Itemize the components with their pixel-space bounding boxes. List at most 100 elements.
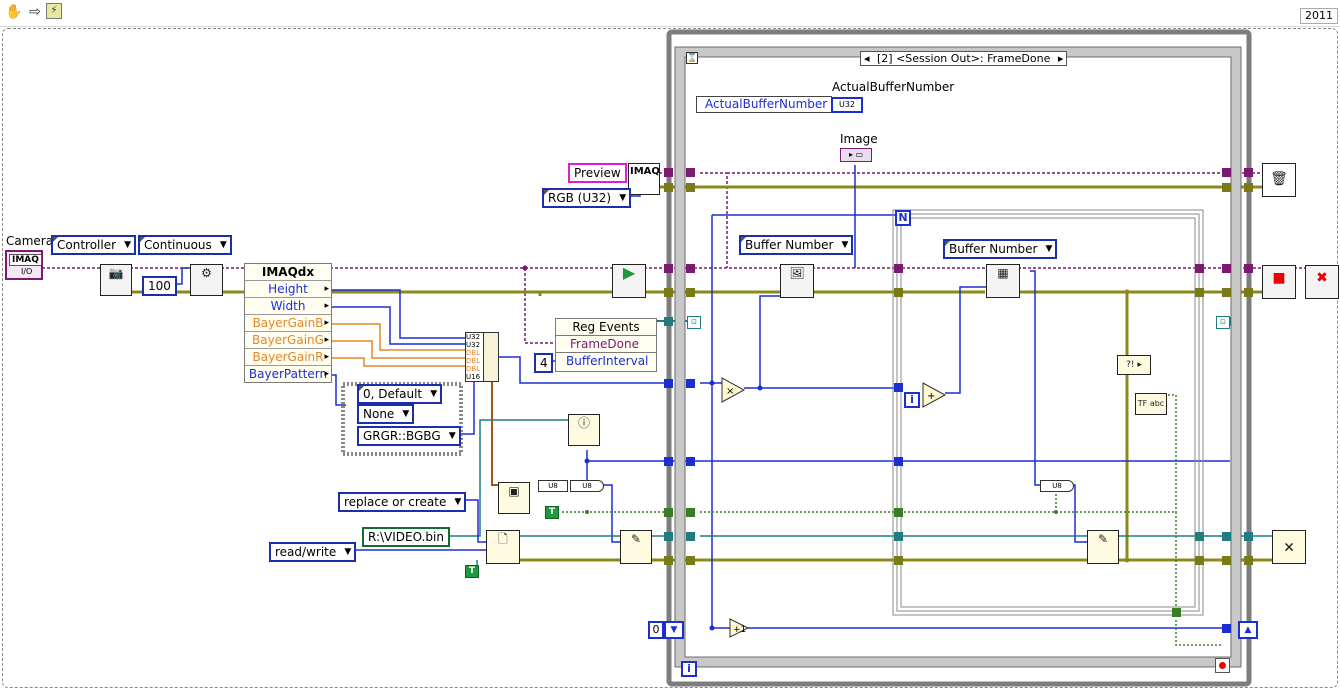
tunnel	[664, 556, 673, 565]
buffer-number-label-1: Buffer Number	[745, 238, 834, 252]
imaq-dispose-vi[interactable]: 🗑	[1262, 163, 1296, 197]
close-file-icon: 🗙	[1284, 539, 1294, 553]
event-case-selector[interactable]: ◂ [2] <Session Out>: FrameDone ▸	[860, 51, 1068, 66]
imaqdx-get-image-data-vi[interactable]: ▦	[986, 264, 1020, 298]
for-loop-iteration-terminal: i	[904, 392, 920, 408]
loop-stop-terminal[interactable]	[1215, 658, 1230, 673]
tunnel	[1222, 532, 1231, 541]
controller-ring-label: Controller	[57, 238, 117, 252]
tunnel	[686, 457, 695, 466]
file-path-constant[interactable]: R:\VIDEO.bin	[362, 527, 450, 547]
tunnel	[664, 288, 673, 297]
reg-events-title: Reg Events	[572, 320, 640, 334]
tunnel	[664, 183, 673, 192]
imaq-create-vi[interactable]: IMAQ	[628, 163, 660, 195]
format-status-vi[interactable]: TF abc	[1135, 393, 1167, 415]
tunnel	[1244, 183, 1253, 192]
bundle-type-2: DBL	[466, 349, 481, 357]
status-format-icon: TF abc	[1137, 399, 1165, 408]
none-ring[interactable]: None	[357, 404, 415, 424]
tunnel	[894, 457, 903, 466]
property-bayer-pattern[interactable]: BayerPattern	[245, 365, 331, 382]
imaqdx-start-acquisition-vi[interactable]: ▶	[612, 264, 646, 298]
property-height[interactable]: Height	[245, 280, 331, 297]
imaqdx-stop-acquisition-vi[interactable]: ■	[1262, 265, 1296, 299]
camera-open-icon: 📷	[108, 266, 124, 280]
bundle-node[interactable]: U32 U32 DBL DBL DBL U16	[465, 332, 485, 382]
replace-or-create-label: replace or create	[344, 495, 447, 509]
trash-icon: 🗑	[1270, 171, 1288, 187]
write-file-icon: ✎	[630, 532, 642, 546]
property-bayer-gain-r[interactable]: BayerGainR	[245, 348, 331, 365]
true-constant-1[interactable]: T	[545, 506, 559, 519]
for-loop-count-terminal[interactable]: N	[895, 210, 911, 226]
svg-text:+: +	[927, 391, 935, 402]
shift-register-init-constant[interactable]: 0	[648, 621, 664, 639]
reg-events-event[interactable]: FrameDone	[556, 335, 656, 352]
true-constant-2[interactable]: T	[465, 565, 479, 578]
error-cluster-unbundle[interactable]: ?! ▸	[1117, 355, 1151, 375]
tunnel	[686, 264, 695, 273]
case-prev-icon[interactable]: ◂	[864, 52, 870, 65]
imaqdx-configure-grab-vi[interactable]: ⚙	[190, 264, 223, 296]
controller-ring[interactable]: Controller	[51, 235, 137, 255]
buffer-number-ring-2[interactable]: Buffer Number	[943, 239, 1058, 259]
replace-or-create-ring[interactable]: replace or create	[338, 492, 467, 512]
tunnel	[1244, 264, 1253, 273]
shift-register-right: ▲	[1238, 621, 1258, 639]
tunnel	[1222, 556, 1231, 565]
write-file-icon-2: ✎	[1097, 532, 1109, 546]
close-camera-icon: ✖	[1316, 270, 1328, 286]
unbundle-vi[interactable]: ▣	[498, 482, 530, 514]
bundle-type-0: U32	[466, 333, 481, 341]
actual-buffer-local-variable[interactable]: ActualBufferNumber	[696, 96, 833, 113]
buffer-number-ring-1[interactable]: Buffer Number	[739, 235, 854, 255]
reg-events-param[interactable]: BufferInterval	[556, 352, 656, 369]
tunnel	[1244, 556, 1253, 565]
property-width[interactable]: Width	[245, 297, 331, 314]
imaqdx-get-image-vi[interactable]: 🖼	[780, 264, 814, 298]
buffer-interval-constant[interactable]: 4	[534, 353, 553, 373]
write-binary-file-vi-2[interactable]: ✎	[1087, 530, 1119, 564]
rgb-u32-ring[interactable]: RGB (U32)	[542, 188, 632, 208]
read-write-label: read/write	[275, 545, 337, 559]
get-info-vi[interactable]: ⓘ	[568, 414, 600, 446]
svg-text:+1: +1	[733, 625, 746, 635]
tunnel	[1222, 168, 1231, 177]
bundle-type-4: DBL	[466, 365, 481, 373]
imaqdx-property-node[interactable]: IMAQdx Height Width BayerGainB BayerGain…	[244, 263, 332, 383]
write-binary-file-vi-1[interactable]: ✎	[620, 530, 652, 564]
info-icon: ⓘ	[577, 416, 590, 430]
tunnel	[894, 556, 903, 565]
unbundle-icon: ?! ▸	[1126, 360, 1142, 370]
tunnel	[1195, 264, 1204, 273]
hourglass-timeout-icon: ⌛	[686, 52, 698, 64]
tunnel	[1195, 556, 1204, 565]
camera-io-sub: I/O	[21, 267, 33, 276]
imaqdx-close-camera-vi[interactable]: ✖	[1305, 265, 1339, 299]
open-file-vi[interactable]: 🗋	[486, 530, 520, 564]
actual-buffer-label: ActualBufferNumber	[832, 80, 955, 94]
case-next-icon[interactable]: ▸	[1058, 52, 1064, 65]
bundle-type-1: U32	[466, 341, 481, 349]
close-file-vi[interactable]: 🗙	[1272, 530, 1306, 564]
property-bayer-gain-g[interactable]: BayerGainG	[245, 331, 331, 348]
preview-name-constant[interactable]: Preview	[568, 163, 627, 183]
actual-buffer-indicator[interactable]: U32	[831, 97, 863, 113]
bayer-pattern-ring[interactable]: GRGR::BGBG	[357, 426, 461, 446]
read-write-ring[interactable]: read/write	[269, 542, 357, 562]
configure-icon: ⚙	[201, 266, 212, 280]
imaqdx-open-camera-vi[interactable]: 📷	[100, 264, 132, 296]
continuous-ring[interactable]: Continuous	[138, 235, 232, 255]
tunnel	[664, 508, 673, 517]
property-bayer-gain-b[interactable]: BayerGainB	[245, 314, 331, 331]
image-indicator[interactable]: ▸ ▭	[840, 148, 872, 162]
tunnel	[686, 183, 695, 192]
hundred-constant[interactable]: 100	[142, 276, 177, 296]
camera-control[interactable]: IMAQ I/O	[5, 250, 43, 280]
u8-array-1: U8	[570, 480, 604, 492]
default-ring[interactable]: 0, Default	[357, 384, 443, 404]
tunnel	[894, 264, 903, 273]
register-events-node[interactable]: Reg Events FrameDone BufferInterval	[555, 318, 657, 372]
tunnel	[894, 532, 903, 541]
